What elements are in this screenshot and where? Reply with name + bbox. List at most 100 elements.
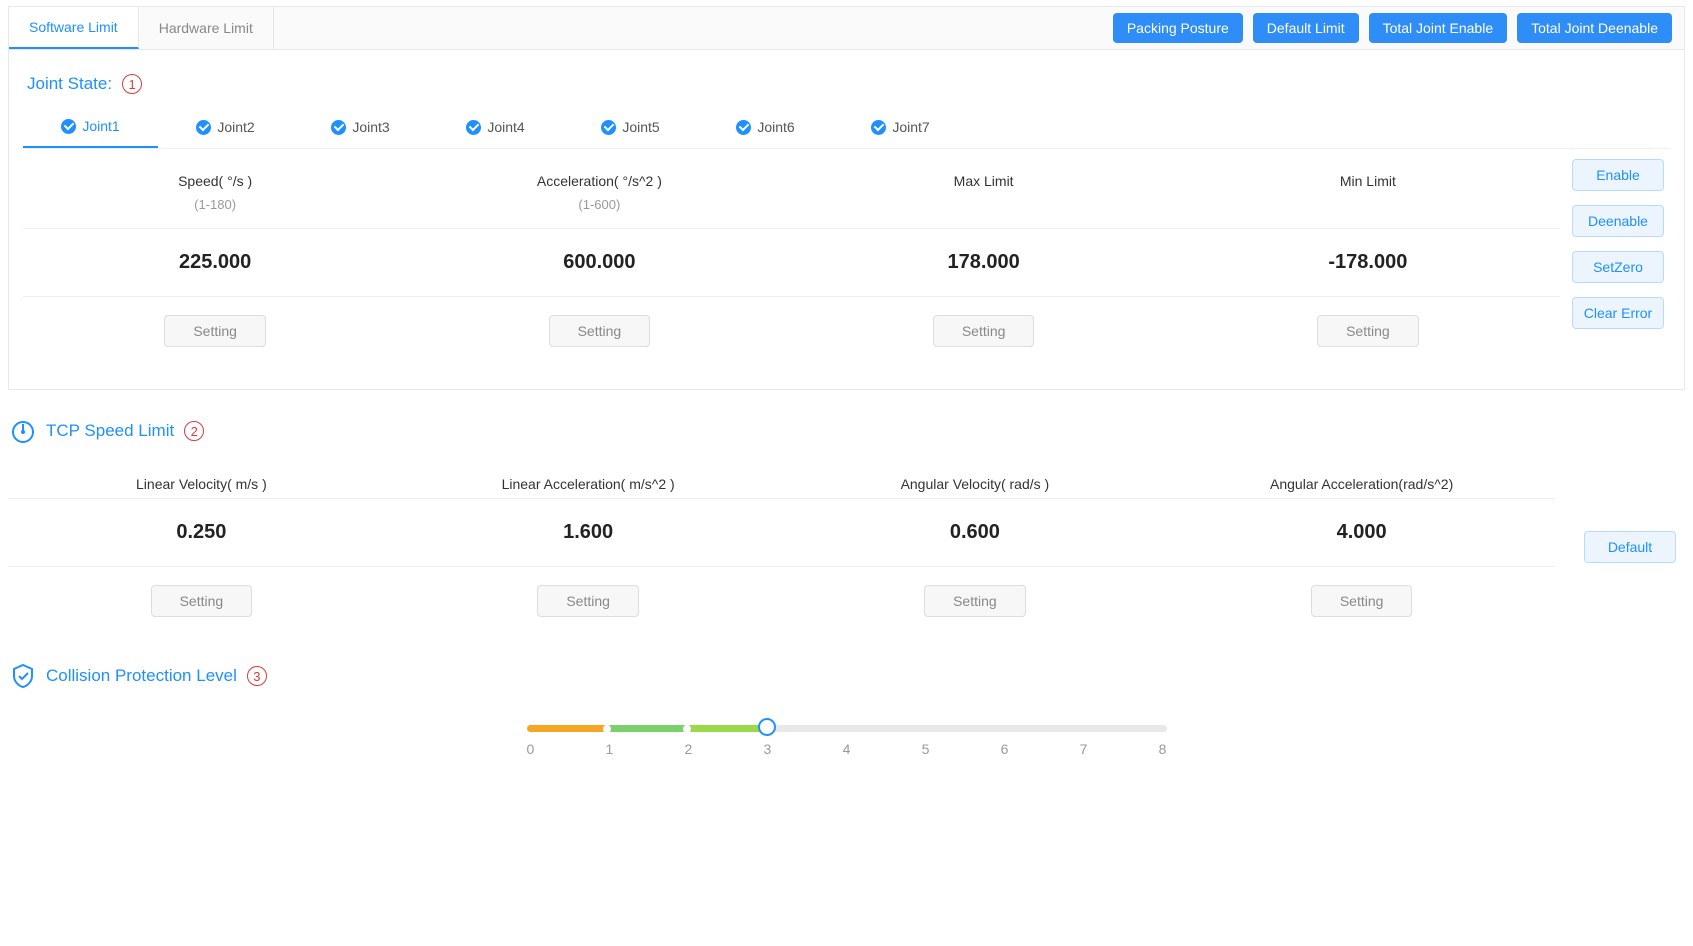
accel-value: 600.000 bbox=[407, 229, 791, 296]
tcp-speed-limit-section: TCP Speed Limit 2 Linear Velocity( m/s )… bbox=[8, 418, 1685, 635]
slider-handle[interactable] bbox=[758, 718, 776, 736]
slider-ticks: 0 1 2 3 4 5 6 7 8 bbox=[527, 741, 1167, 757]
col-max-range bbox=[792, 195, 1176, 228]
joint-value-row: 225.000 600.000 178.000 -178.000 bbox=[23, 228, 1560, 297]
linvel-header: Linear Velocity( m/s ) bbox=[8, 458, 395, 498]
tcp-value-row: 0.250 1.600 0.600 4.000 bbox=[8, 499, 1555, 567]
tick: 3 bbox=[764, 741, 772, 757]
tcp-side: Default bbox=[1555, 458, 1685, 635]
joint-tab-label: Joint5 bbox=[622, 119, 659, 135]
tick: 2 bbox=[685, 741, 693, 757]
top-action-buttons: Packing Posture Default Limit Total Join… bbox=[1113, 13, 1684, 43]
joint-tab-2[interactable]: Joint2 bbox=[158, 108, 293, 148]
joint-tab-label: Joint6 bbox=[757, 119, 794, 135]
setzero-button[interactable]: SetZero bbox=[1572, 251, 1664, 283]
col-speed-header: Speed( °/s ) bbox=[23, 155, 407, 195]
collision-slider[interactable]: 0 1 2 3 4 5 6 7 8 bbox=[527, 719, 1167, 759]
joint-header-row: Speed( °/s ) Acceleration( °/s^2 ) Max L… bbox=[23, 155, 1560, 195]
tick: 1 bbox=[606, 741, 614, 757]
joint-tab-3[interactable]: Joint3 bbox=[293, 108, 428, 148]
joint-tab-label: Joint2 bbox=[217, 119, 254, 135]
packing-posture-button[interactable]: Packing Posture bbox=[1113, 13, 1243, 43]
col-accel-range: (1-600) bbox=[407, 195, 791, 228]
check-icon bbox=[196, 120, 211, 135]
linvel-setting-button[interactable]: Setting bbox=[151, 585, 253, 617]
angacc-setting-button[interactable]: Setting bbox=[1311, 585, 1413, 617]
min-setting-button[interactable]: Setting bbox=[1317, 315, 1419, 347]
gauge-icon bbox=[10, 418, 36, 444]
tick: 0 bbox=[527, 741, 535, 757]
joint-state-title: Joint State: 1 bbox=[27, 74, 1670, 94]
angvel-value: 0.600 bbox=[782, 499, 1169, 566]
default-limit-button[interactable]: Default Limit bbox=[1253, 13, 1359, 43]
title-label: Collision Protection Level bbox=[46, 666, 237, 686]
main-tabs: Software Limit Hardware Limit bbox=[9, 7, 274, 49]
col-min-range bbox=[1176, 195, 1560, 228]
joint-tab-label: Joint4 bbox=[487, 119, 524, 135]
tcp-title: TCP Speed Limit 2 bbox=[10, 418, 1685, 444]
joint-tab-1[interactable]: Joint1 bbox=[23, 108, 158, 148]
check-icon bbox=[871, 120, 886, 135]
shield-icon bbox=[10, 663, 36, 689]
clear-error-button[interactable]: Clear Error bbox=[1572, 297, 1664, 329]
annotation-2-icon: 2 bbox=[184, 421, 204, 441]
title-label: TCP Speed Limit bbox=[46, 421, 174, 441]
angvel-setting-button[interactable]: Setting bbox=[924, 585, 1026, 617]
check-icon bbox=[736, 120, 751, 135]
collision-section: Collision Protection Level 3 0 1 bbox=[8, 663, 1685, 759]
tick: 4 bbox=[843, 741, 851, 757]
col-speed-range: (1-180) bbox=[23, 195, 407, 228]
collision-slider-wrap: 0 1 2 3 4 5 6 7 8 bbox=[8, 719, 1685, 759]
check-icon bbox=[466, 120, 481, 135]
title-label: Joint State: bbox=[27, 74, 112, 94]
tcp-header-row: Linear Velocity( m/s ) Linear Accelerati… bbox=[8, 458, 1555, 499]
angvel-header: Angular Velocity( rad/s ) bbox=[782, 458, 1169, 498]
linacc-value: 1.600 bbox=[395, 499, 782, 566]
joint-side-buttons: Enable Deenable SetZero Clear Error bbox=[1560, 155, 1670, 365]
tick: 5 bbox=[922, 741, 930, 757]
speed-setting-button[interactable]: Setting bbox=[164, 315, 266, 347]
joint-tabs: Joint1 Joint2 Joint3 Joint4 Joint5 Joint… bbox=[23, 108, 1670, 149]
joint-range-row: (1-180) (1-600) bbox=[23, 195, 1560, 228]
tcp-setting-row: Setting Setting Setting Setting bbox=[8, 567, 1555, 635]
joint-tab-7[interactable]: Joint7 bbox=[833, 108, 968, 148]
joint-state-panel: Joint State: 1 Joint1 Joint2 Joint3 Join… bbox=[8, 50, 1685, 390]
check-icon bbox=[601, 120, 616, 135]
tab-software-limit[interactable]: Software Limit bbox=[9, 7, 139, 49]
enable-button[interactable]: Enable bbox=[1572, 159, 1664, 191]
collision-title: Collision Protection Level 3 bbox=[10, 663, 1685, 689]
accel-setting-button[interactable]: Setting bbox=[549, 315, 651, 347]
deenable-button[interactable]: Deenable bbox=[1572, 205, 1664, 237]
tab-hardware-limit[interactable]: Hardware Limit bbox=[139, 7, 274, 49]
tcp-default-button[interactable]: Default bbox=[1584, 531, 1676, 563]
tick: 6 bbox=[1001, 741, 1009, 757]
joint-setting-row: Setting Setting Setting Setting bbox=[23, 297, 1560, 365]
col-min-header: Min Limit bbox=[1176, 155, 1560, 195]
linvel-value: 0.250 bbox=[8, 499, 395, 566]
total-joint-enable-button[interactable]: Total Joint Enable bbox=[1369, 13, 1508, 43]
col-accel-header: Acceleration( °/s^2 ) bbox=[407, 155, 791, 195]
joint-tab-label: Joint1 bbox=[82, 118, 119, 134]
joint-tab-6[interactable]: Joint6 bbox=[698, 108, 833, 148]
col-max-header: Max Limit bbox=[792, 155, 1176, 195]
check-icon bbox=[61, 119, 76, 134]
joint-tab-label: Joint3 bbox=[352, 119, 389, 135]
tick: 7 bbox=[1080, 741, 1088, 757]
top-bar: Software Limit Hardware Limit Packing Po… bbox=[8, 6, 1685, 50]
total-joint-deenable-button[interactable]: Total Joint Deenable bbox=[1517, 13, 1672, 43]
linacc-header: Linear Acceleration( m/s^2 ) bbox=[395, 458, 782, 498]
check-icon bbox=[331, 120, 346, 135]
joint-tab-label: Joint7 bbox=[892, 119, 929, 135]
max-setting-button[interactable]: Setting bbox=[933, 315, 1035, 347]
angacc-header: Angular Acceleration(rad/s^2) bbox=[1168, 458, 1555, 498]
tick: 8 bbox=[1159, 741, 1167, 757]
annotation-1-icon: 1 bbox=[122, 74, 142, 94]
joint-tab-5[interactable]: Joint5 bbox=[563, 108, 698, 148]
joint-tab-4[interactable]: Joint4 bbox=[428, 108, 563, 148]
angacc-value: 4.000 bbox=[1168, 499, 1555, 566]
annotation-3-icon: 3 bbox=[247, 666, 267, 686]
max-value: 178.000 bbox=[792, 229, 1176, 296]
min-value: -178.000 bbox=[1176, 229, 1560, 296]
speed-value: 225.000 bbox=[23, 229, 407, 296]
linacc-setting-button[interactable]: Setting bbox=[537, 585, 639, 617]
